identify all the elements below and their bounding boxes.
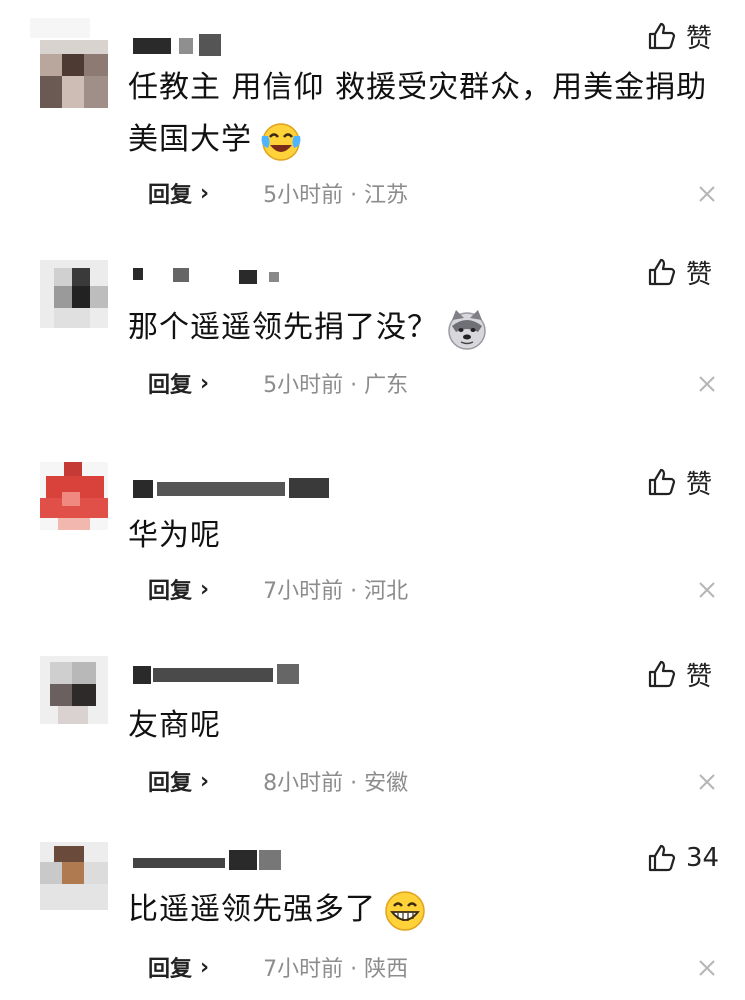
thumbs-up-icon (648, 660, 676, 688)
close-icon (699, 774, 715, 790)
dismiss-button[interactable] (695, 578, 719, 602)
username-redacted[interactable] (133, 664, 333, 686)
timestamp: 5小时前 (263, 373, 344, 398)
like-button[interactable]: 34 (646, 840, 736, 876)
close-icon (699, 960, 715, 976)
dismiss-button[interactable] (695, 182, 719, 206)
avatar[interactable] (40, 656, 108, 724)
dismiss-button[interactable] (695, 770, 719, 794)
comment-list: 赞 任教主 用信仰 救援受灾群众，用美金捐助美国大学 回复 › 5小时前 · 江… (0, 0, 745, 1000)
close-icon (699, 376, 715, 392)
separator-dot: · (350, 373, 365, 398)
like-label: 赞 (686, 23, 713, 54)
comment-meta: 回复 › 7小时前 · 河北 (148, 573, 409, 605)
separator-dot: · (350, 183, 365, 208)
like-label: 赞 (686, 469, 713, 500)
timestamp: 7小时前 (263, 579, 344, 604)
location: 江苏 (364, 183, 409, 208)
reply-button[interactable]: 回复 › (148, 951, 209, 983)
comment-item: 赞 任教主 用信仰 救援受灾群众，用美金捐助美国大学 回复 › 5小时前 · 江… (0, 0, 745, 230)
timestamp: 5小时前 (263, 183, 344, 208)
comment-text: 那个遥遥领先捐了没？ (128, 302, 728, 354)
like-button[interactable]: 赞 (646, 254, 736, 290)
location: 陕西 (364, 957, 409, 982)
thumbs-up-icon (648, 22, 676, 50)
like-count: 34 (686, 843, 720, 873)
avatar[interactable] (40, 260, 108, 328)
reply-button[interactable]: 回复 › (148, 765, 209, 797)
timestamp: 8小时前 (263, 771, 344, 796)
laughing-crying-emoji-icon (258, 118, 304, 164)
reply-button[interactable]: 回复 › (148, 177, 209, 209)
username-redacted[interactable] (133, 34, 333, 56)
avatar[interactable] (40, 40, 108, 108)
avatar[interactable] (40, 842, 108, 910)
chevron-right-icon: › (200, 768, 210, 794)
timestamp: 7小时前 (263, 957, 344, 982)
avatar[interactable] (40, 462, 108, 530)
like-button[interactable]: 赞 (646, 18, 736, 54)
like-button[interactable]: 赞 (646, 464, 736, 500)
reply-button[interactable]: 回复 › (148, 367, 209, 399)
like-label: 赞 (686, 259, 713, 290)
like-button[interactable]: 赞 (646, 656, 736, 692)
chevron-right-icon: › (200, 370, 210, 396)
separator-dot: · (350, 579, 365, 604)
username-redacted[interactable] (133, 850, 333, 872)
comment-text: 友商呢 (128, 708, 221, 743)
location: 安徽 (364, 771, 409, 796)
comment-text: 华为呢 (128, 518, 221, 553)
close-icon (699, 186, 715, 202)
thumbs-up-icon (648, 258, 676, 286)
comment-item: 赞 那个遥遥领先捐了没？ 回复 › 5小时前 · 广东 (0, 230, 745, 420)
dismiss-button[interactable] (695, 956, 719, 980)
comment-text: 任教主 用信仰 救援受灾群众，用美金捐助美国大学 (128, 62, 728, 166)
username-redacted[interactable] (133, 478, 333, 500)
comment-text: 比遥遥领先强多了 (128, 884, 728, 936)
comment-meta: 回复 › 5小时前 · 广东 (148, 367, 409, 399)
username-redacted[interactable] (133, 262, 333, 284)
husky-dog-emoji-icon (444, 306, 490, 352)
close-icon (699, 582, 715, 598)
comment-meta: 回复 › 7小时前 · 陕西 (148, 951, 409, 983)
separator-dot: · (350, 957, 365, 982)
comment-item: 34 比遥遥领先强多了 回复 › 7小时前 · 陕西 (0, 820, 745, 1000)
comment-meta: 回复 › 5小时前 · 江苏 (148, 177, 409, 209)
separator-dot: · (350, 771, 365, 796)
thumbs-up-icon (648, 844, 676, 872)
comment-meta: 回复 › 8小时前 · 安徽 (148, 765, 409, 797)
chevron-right-icon: › (200, 954, 210, 980)
grinning-emoji-icon (382, 888, 428, 934)
location: 广东 (364, 373, 409, 398)
comment-item: 赞 华为呢 回复 › 7小时前 · 河北 (0, 440, 745, 630)
thumbs-up-icon (648, 468, 676, 496)
chevron-right-icon: › (200, 180, 210, 206)
reply-button[interactable]: 回复 › (148, 573, 209, 605)
dismiss-button[interactable] (695, 372, 719, 396)
chevron-right-icon: › (200, 576, 210, 602)
location: 河北 (364, 579, 409, 604)
comment-item: 赞 友商呢 回复 › 8小时前 · 安徽 (0, 630, 745, 820)
like-label: 赞 (686, 661, 713, 692)
